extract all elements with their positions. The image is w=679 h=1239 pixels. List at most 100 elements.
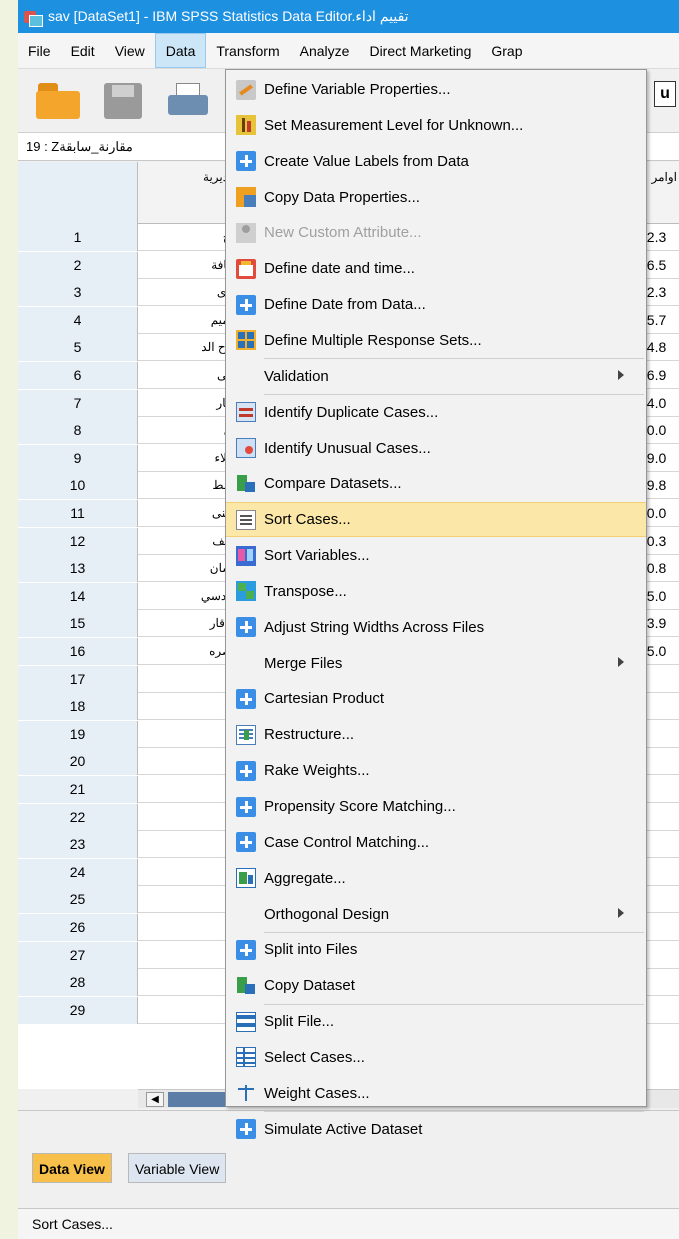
menu-item-create-value-labels-from-data[interactable]: Create Value Labels from Data [226, 144, 646, 179]
menu-item-split-into-files[interactable]: Split into Files [226, 932, 646, 967]
plus-icon [236, 617, 256, 638]
open-folder-icon[interactable] [36, 83, 80, 119]
menu-item-label: Copy Data Properties... [264, 188, 420, 206]
tab-data-view[interactable]: Data View [32, 1153, 112, 1183]
menu-item-label: Cartesian Product [264, 690, 385, 708]
menu-item-sort-variables[interactable]: Sort Variables... [226, 538, 646, 573]
row-number[interactable]: 15 [18, 610, 138, 638]
menu-item-split-file[interactable]: Split File... [226, 1004, 646, 1039]
toolbar-partial-icon[interactable]: u [654, 81, 676, 107]
row-number[interactable]: 12 [18, 527, 138, 555]
row-number[interactable]: 16 [18, 638, 138, 665]
select-icon [236, 1047, 256, 1068]
menu-item-sort-cases[interactable]: Sort Cases... [226, 502, 646, 538]
row-number[interactable]: 14 [18, 582, 138, 610]
menu-item-orthogonal-design[interactable]: Orthogonal Design [226, 897, 646, 932]
row-number[interactable]: 21 [18, 776, 138, 803]
plus-icon [236, 796, 256, 817]
row-number[interactable]: 1 [18, 224, 138, 251]
row-number[interactable]: 2 [18, 251, 138, 279]
menu-item-label: Aggregate... [264, 869, 346, 887]
row-number[interactable]: 26 [18, 914, 138, 941]
row-number[interactable]: 8 [18, 417, 138, 445]
row-number[interactable]: 5 [18, 334, 138, 362]
menu-grap[interactable]: Grap [481, 33, 532, 68]
calendar-icon [236, 258, 256, 279]
plus-icon [236, 939, 256, 960]
sort-variables-icon [236, 545, 256, 566]
menu-item-label: Rake Weights... [264, 762, 370, 780]
menu-bar: File Edit View Data Transform Analyze Direct M… [18, 33, 679, 69]
row-number[interactable]: 11 [18, 500, 138, 527]
row-number[interactable]: 27 [18, 941, 138, 969]
row-number[interactable]: 7 [18, 389, 138, 417]
row-number[interactable]: 13 [18, 555, 138, 583]
menu-item-label: Define Multiple Response Sets... [264, 331, 482, 349]
menu-item-merge-files[interactable]: Merge Files [226, 646, 646, 681]
row-number[interactable]: 23 [18, 831, 138, 859]
menu-analyze[interactable]: Analyze [290, 33, 360, 68]
menu-item-define-date-from-data[interactable]: Define Date from Data... [226, 287, 646, 322]
menu-item-compare-datasets[interactable]: Compare Datasets... [226, 466, 646, 501]
menu-item-case-control-matching[interactable]: Case Control Matching... [226, 825, 646, 860]
menu-item-define-variable-properties[interactable]: Define Variable Properties... [226, 72, 646, 107]
menu-file[interactable]: File [18, 33, 61, 68]
row-number[interactable]: 19 [18, 720, 138, 748]
row-number[interactable]: 17 [18, 665, 138, 693]
menu-transform[interactable]: Transform [206, 33, 289, 68]
menu-direct-marketing[interactable]: Direct Marketing [359, 33, 481, 68]
print-icon[interactable] [168, 83, 208, 119]
menu-view[interactable]: View [105, 33, 155, 68]
row-number[interactable]: 4 [18, 306, 138, 334]
menu-item-label: Merge Files [264, 654, 343, 672]
grid-icon [236, 330, 256, 351]
menu-item-restructure[interactable]: Restructure... [226, 717, 646, 752]
row-number[interactable]: 24 [18, 858, 138, 886]
menu-item-select-cases[interactable]: Select Cases... [226, 1040, 646, 1075]
menu-item-propensity-score-matching[interactable]: Propensity Score Matching... [226, 789, 646, 824]
menu-item-label: Sort Cases... [264, 511, 351, 529]
row-number[interactable]: 6 [18, 362, 138, 389]
menu-edit[interactable]: Edit [61, 33, 105, 68]
aggregate-icon [236, 868, 256, 889]
menu-item-label: Identify Unusual Cases... [264, 439, 431, 457]
menu-item-transpose[interactable]: Transpose... [226, 574, 646, 609]
menu-item-set-measurement-level-for-unknown[interactable]: Set Measurement Level for Unknown... [226, 108, 646, 143]
menu-item-rake-weights[interactable]: Rake Weights... [226, 753, 646, 788]
row-number[interactable]: 3 [18, 279, 138, 307]
row-number[interactable]: 28 [18, 969, 138, 997]
scroll-left-icon[interactable]: ◀ [146, 1092, 164, 1107]
menu-item-copy-dataset[interactable]: Copy Dataset [226, 968, 646, 1003]
submenu-arrow-icon [618, 656, 624, 667]
menu-item-adjust-string-widths-across-files[interactable]: Adjust String Widths Across Files [226, 610, 646, 645]
window-title: sav [DataSet1] - IBM SPSS Statistics Dat… [48, 8, 409, 24]
menu-item-identify-unusual-cases[interactable]: Identify Unusual Cases... [226, 431, 646, 466]
menu-item-identify-duplicate-cases[interactable]: Identify Duplicate Cases... [226, 395, 646, 430]
menu-data[interactable]: Data [154, 33, 207, 68]
row-number[interactable]: 25 [18, 886, 138, 914]
menu-item-simulate-active-dataset[interactable]: Simulate Active Dataset [226, 1112, 646, 1147]
grid-corner[interactable] [18, 162, 138, 224]
menu-item-validation[interactable]: Validation [226, 359, 646, 394]
unusual-icon [236, 438, 256, 458]
row-number[interactable]: 29 [18, 996, 138, 1024]
menu-item-define-multiple-response-sets[interactable]: Define Multiple Response Sets... [226, 323, 646, 358]
menu-item-define-date-and-time[interactable]: Define date and time... [226, 251, 646, 286]
row-number[interactable]: 20 [18, 748, 138, 776]
menu-item-label: Transpose... [264, 582, 347, 600]
row-number[interactable]: 10 [18, 472, 138, 500]
cell-reference-text: 19 : Zمقارنة_سابقة [26, 139, 133, 154]
row-number[interactable]: 18 [18, 693, 138, 721]
menu-item-weight-cases[interactable]: Weight Cases... [226, 1076, 646, 1111]
save-icon[interactable] [104, 83, 142, 119]
row-number[interactable]: 22 [18, 803, 138, 831]
menu-item-label: Split File... [264, 1013, 335, 1031]
copy-icon [236, 187, 256, 208]
plus-icon [236, 688, 256, 709]
menu-item-cartesian-product[interactable]: Cartesian Product [226, 681, 646, 716]
menu-item-aggregate[interactable]: Aggregate... [226, 861, 646, 896]
split-icon [236, 1011, 256, 1032]
menu-item-copy-data-properties[interactable]: Copy Data Properties... [226, 180, 646, 215]
row-number[interactable]: 9 [18, 444, 138, 472]
tab-variable-view[interactable]: Variable View [128, 1153, 227, 1183]
